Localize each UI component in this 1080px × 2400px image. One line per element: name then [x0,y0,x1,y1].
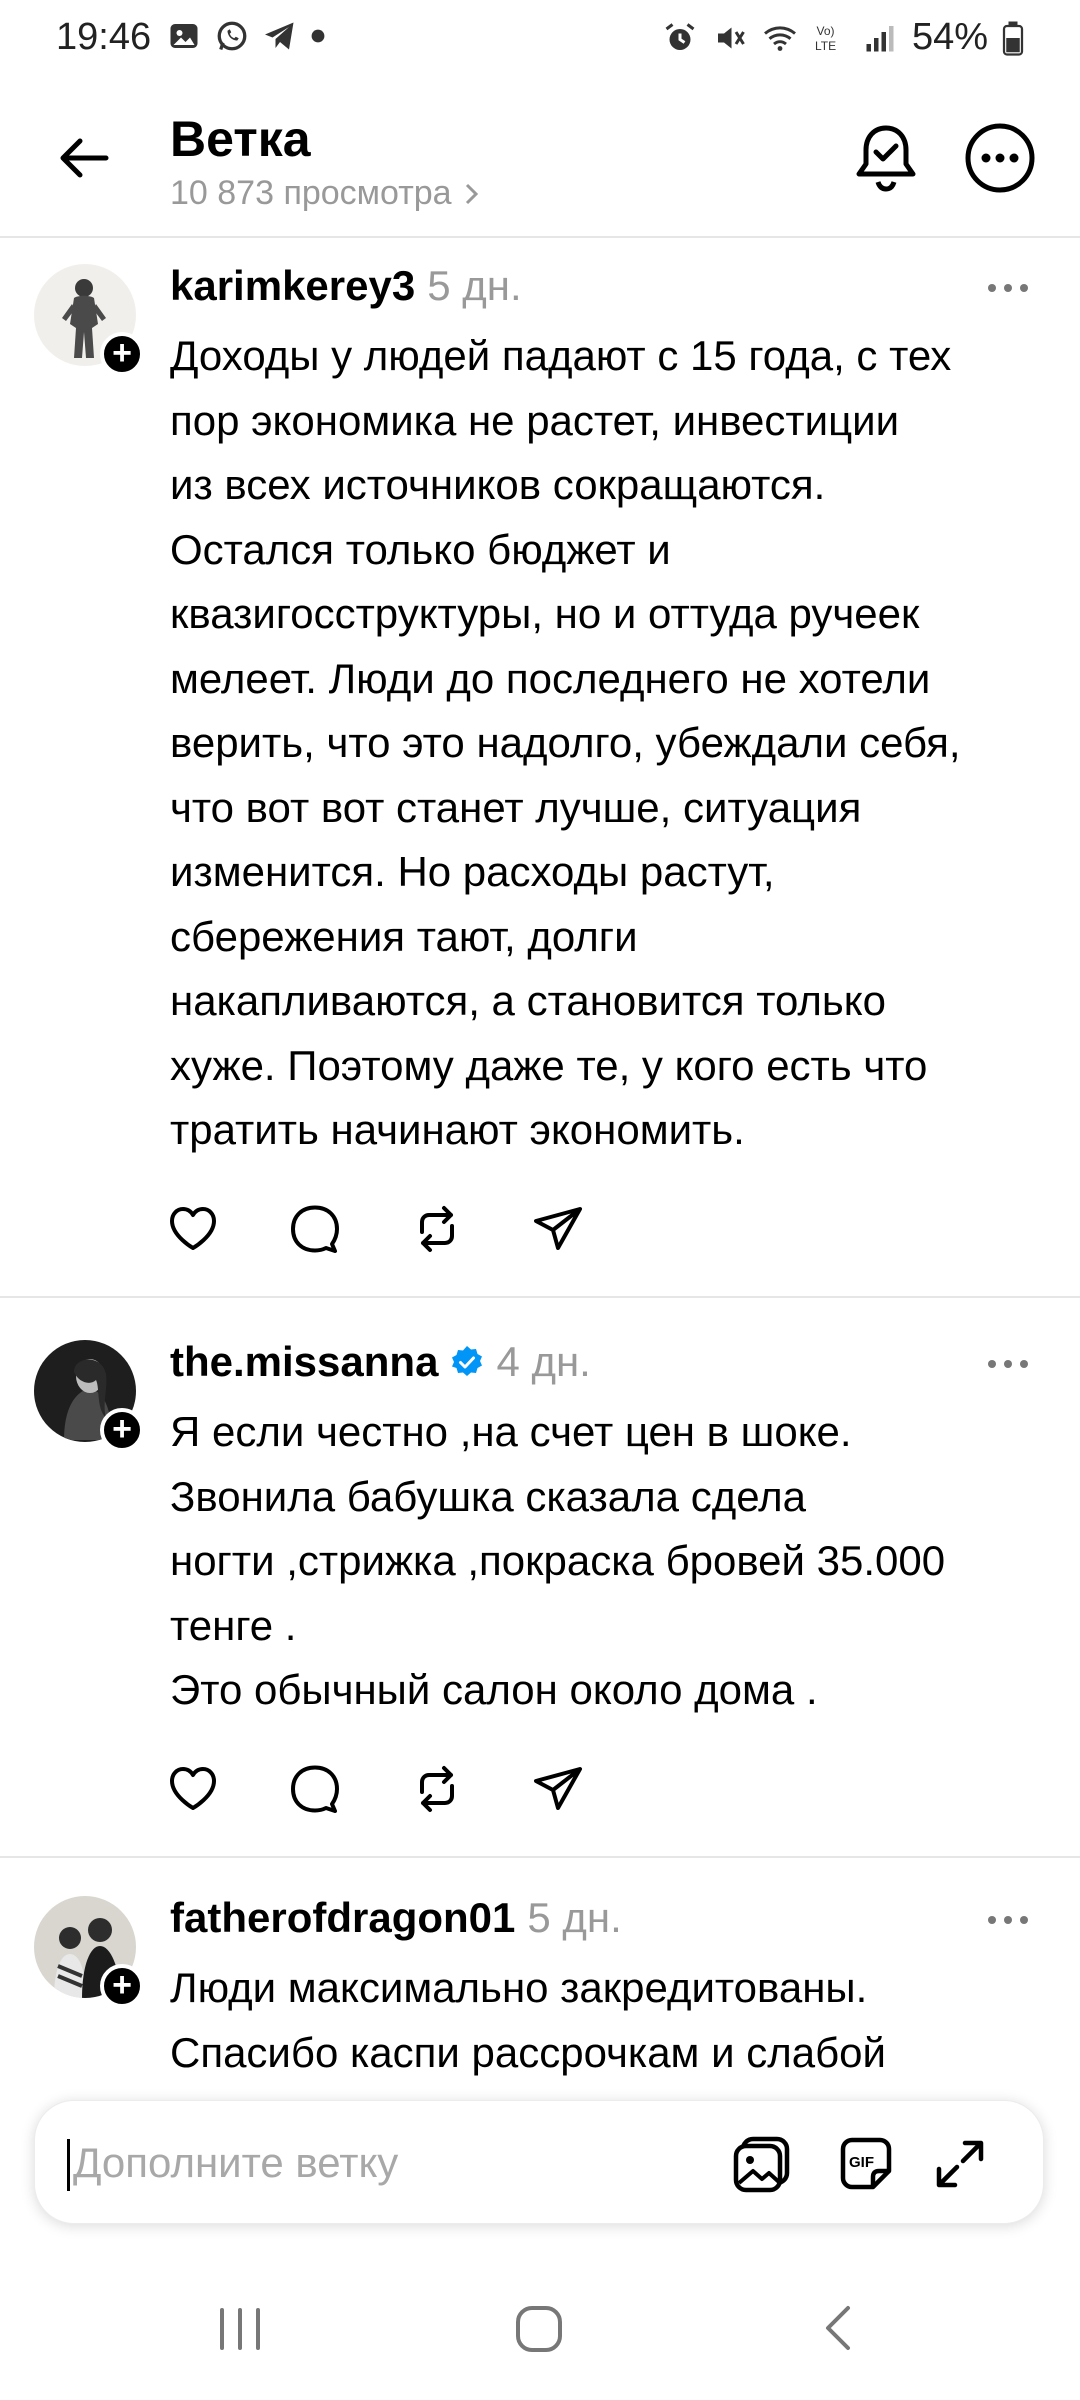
volte-icon: Vo)LTE [815,24,836,53]
username[interactable]: karimkerey3 [170,262,415,310]
text-caret [67,2139,70,2191]
battery-percentage: 54% [911,16,988,58]
post-text: Люди максимально закредитованы. Спасибо … [170,1964,886,2076]
expand-icon[interactable] [929,2133,991,2195]
post-header: karimkerey3 5 дн. [170,262,522,310]
post-text: Я если честно ,на счет цен в шоке. Звони… [170,1408,946,1713]
share-icon[interactable] [532,1762,586,1816]
back-arrow-icon[interactable] [52,126,116,190]
thread-post: + the.missanna 4 дн. Я если честно ,на с… [0,1300,1080,1858]
image-icon[interactable] [731,2133,793,2195]
bell-check-icon[interactable] [852,122,920,194]
recent-apps-icon[interactable] [210,2302,270,2354]
back-nav-icon[interactable] [810,2302,870,2354]
username[interactable]: fatherofdragon01 [170,1894,515,1942]
thread-post: + karimkerey3 5 дн. Доходы у людей падаю… [0,240,1080,1298]
follow-plus-icon[interactable]: + [100,332,144,376]
battery-icon [1002,21,1024,56]
post-actions [166,1762,586,1816]
views-count: 10 873 просмотра [170,174,452,212]
avatar-the-missanna[interactable]: + [34,1340,144,1452]
verified-badge-icon [452,1346,483,1376]
chevron-right-icon [465,183,478,204]
like-icon[interactable] [166,1762,220,1816]
page-title: Ветка [170,111,311,167]
status-time: 19:46 [56,16,152,58]
status-notification-icons [166,18,326,54]
mute-icon [717,27,745,48]
post-more-icon[interactable] [984,1354,1032,1374]
reply-composer: GIF [34,2100,1044,2224]
username[interactable]: the.missanna [170,1338,438,1386]
signal-icon [866,25,894,51]
svg-text:Vo): Vo) [816,24,834,38]
reply-input[interactable] [73,2131,713,2195]
views-link[interactable]: 10 873 просмотра [170,174,482,213]
telegram-icon [265,22,294,50]
system-nav-bar [0,2250,1080,2400]
repost-icon[interactable] [410,1762,464,1816]
wifi-icon [763,25,796,51]
share-icon[interactable] [532,1202,586,1256]
more-icon[interactable] [964,122,1036,194]
post-actions [166,1202,586,1256]
post-time: 5 дн. [527,1894,622,1941]
thread-post: + fatherofdragon01 5 дн. Люди максимальн… [0,1860,1080,2100]
avatar-karimkerey3[interactable]: + [34,264,144,376]
alarm-icon [665,22,695,50]
follow-plus-icon[interactable]: + [100,1408,144,1452]
like-icon[interactable] [166,1202,220,1256]
post-more-icon[interactable] [984,278,1032,298]
svg-text:GIF: GIF [849,2154,874,2171]
follow-plus-icon[interactable]: + [100,1964,144,2008]
status-system-icons: Vo) LTE 54% [662,16,1024,59]
dot-icon [311,29,325,43]
comment-icon[interactable] [288,1762,342,1816]
gallery-icon [170,24,198,48]
svg-text:LTE: LTE [815,39,836,53]
post-time: 5 дн. [427,262,522,309]
gif-icon[interactable]: GIF [835,2133,897,2195]
avatar-fatherofdragon01[interactable]: + [34,1896,144,2008]
repost-icon[interactable] [410,1202,464,1256]
post-header: fatherofdragon01 5 дн. [170,1894,622,1942]
post-text: Доходы у людей падают с 15 года, с тех п… [170,332,961,1153]
post-time: 4 дн. [496,1338,591,1385]
post-more-icon[interactable] [984,1910,1032,1930]
post-header: the.missanna 4 дн. [170,1338,591,1386]
status-bar: 19:46 Vo) LTE 54% [0,0,1080,80]
comment-icon[interactable] [288,1202,342,1256]
whatsapp-icon [217,21,247,51]
home-icon[interactable] [510,2302,570,2354]
thread-header: Ветка 10 873 просмотра [0,80,1080,238]
